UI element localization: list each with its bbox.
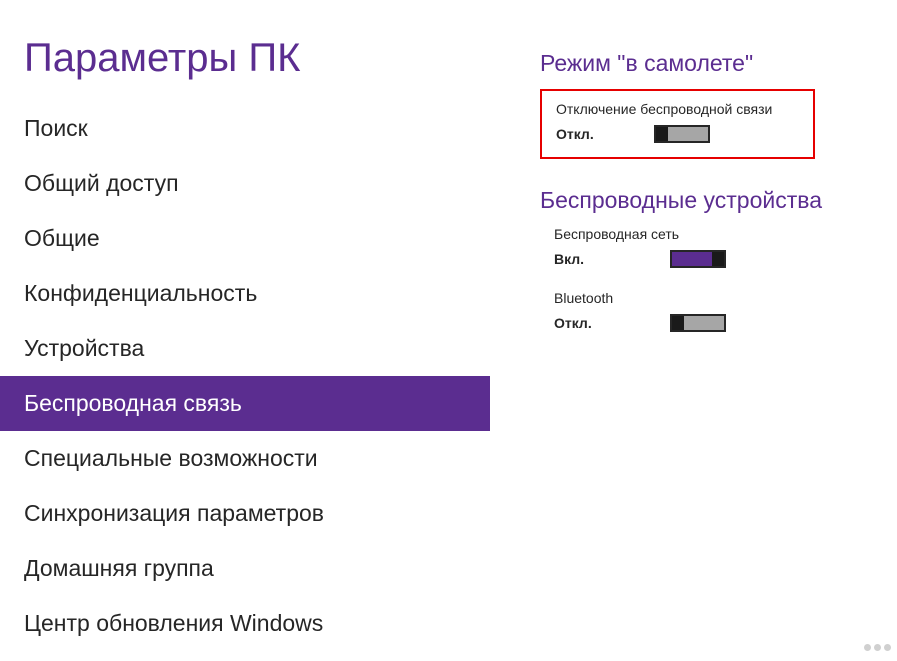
bluetooth-toggle-row: Откл.	[554, 314, 857, 332]
wifi-state-label: Вкл.	[554, 251, 596, 267]
dot	[864, 644, 871, 651]
more-options-icon[interactable]	[864, 644, 891, 651]
sidebar-item-general[interactable]: Общие	[0, 211, 490, 266]
wifi-toggle[interactable]	[670, 250, 726, 268]
dot	[874, 644, 881, 651]
sidebar-item-homegroup[interactable]: Домашняя группа	[0, 541, 490, 596]
wifi-setting: Беспроводная сеть Вкл.	[540, 226, 857, 268]
airplane-mode-label: Отключение беспроводной связи	[556, 101, 799, 117]
wifi-label: Беспроводная сеть	[554, 226, 857, 242]
sidebar-item-windows-update[interactable]: Центр обновления Windows	[0, 596, 490, 651]
airplane-mode-highlight: Отключение беспроводной связи Откл.	[540, 89, 815, 159]
sidebar-list: Поиск Общий доступ Общие Конфиденциально…	[0, 101, 490, 651]
content-panel: Режим "в самолете" Отключение беспроводн…	[490, 0, 897, 661]
sidebar: Параметры ПК Поиск Общий доступ Общие Ко…	[0, 0, 490, 661]
toggle-knob	[656, 127, 668, 141]
bluetooth-label: Bluetooth	[554, 290, 857, 306]
bluetooth-toggle[interactable]	[670, 314, 726, 332]
page-title: Параметры ПК	[0, 0, 490, 101]
sidebar-item-devices[interactable]: Устройства	[0, 321, 490, 376]
sidebar-item-wireless[interactable]: Беспроводная связь	[0, 376, 490, 431]
airplane-mode-state-label: Откл.	[556, 126, 598, 142]
wireless-devices-header: Беспроводные устройства	[540, 187, 857, 214]
bluetooth-state-label: Откл.	[554, 315, 596, 331]
airplane-mode-toggle-row: Откл.	[556, 125, 799, 143]
airplane-mode-toggle[interactable]	[654, 125, 710, 143]
dot	[884, 644, 891, 651]
sidebar-item-search[interactable]: Поиск	[0, 101, 490, 156]
wireless-devices-section: Беспроводные устройства Беспроводная сет…	[540, 187, 857, 332]
sidebar-item-share[interactable]: Общий доступ	[0, 156, 490, 211]
sidebar-item-privacy[interactable]: Конфиденциальность	[0, 266, 490, 321]
sidebar-item-accessibility[interactable]: Специальные возможности	[0, 431, 490, 486]
bluetooth-setting: Bluetooth Откл.	[540, 290, 857, 332]
airplane-mode-header: Режим "в самолете"	[540, 50, 857, 77]
toggle-knob	[712, 252, 724, 266]
sidebar-item-sync[interactable]: Синхронизация параметров	[0, 486, 490, 541]
toggle-knob	[672, 316, 684, 330]
wifi-toggle-row: Вкл.	[554, 250, 857, 268]
